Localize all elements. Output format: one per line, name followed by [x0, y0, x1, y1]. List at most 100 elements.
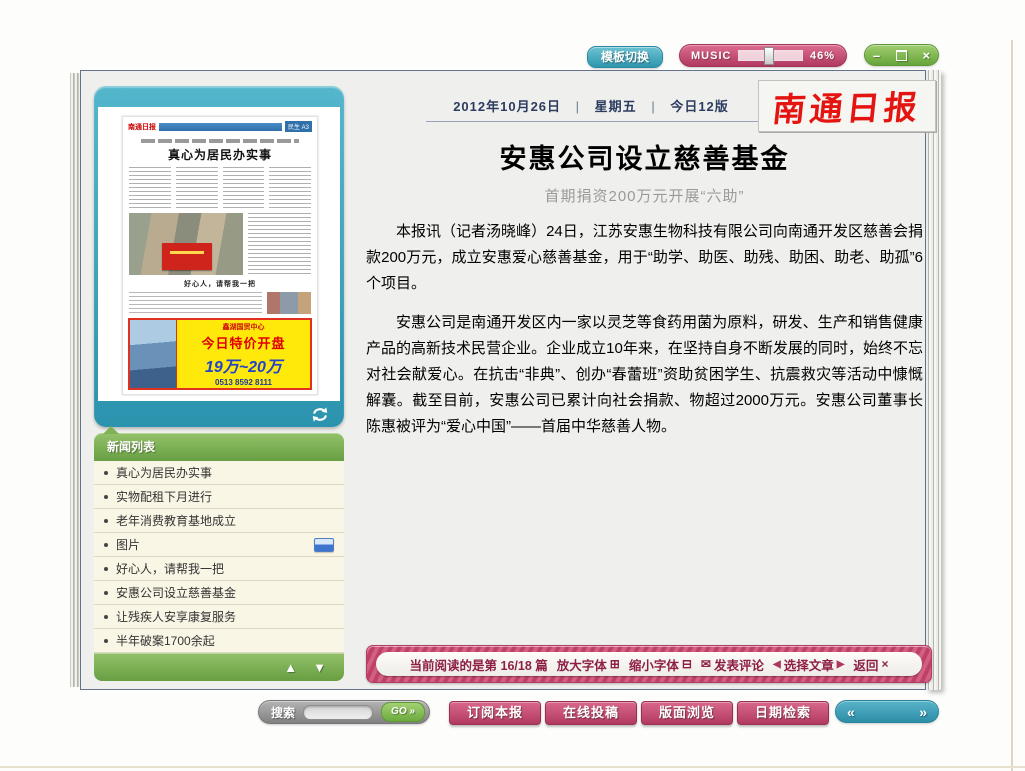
bullet-icon [104, 639, 108, 643]
thumb-text-column [176, 167, 218, 209]
thumb-advertisement: 鑫湖国贸中心 今日特价开盘 19万~20万 0513 8592 8111 [128, 318, 312, 390]
news-list-item-pictures[interactable]: 图片 [94, 533, 344, 557]
select-article-control: ◀ 选择文章 ▶ [773, 655, 844, 674]
date-search-button[interactable]: 日期检索 [737, 701, 829, 725]
thumb-lower-row [129, 292, 311, 314]
article-paragraph: 本报讯（记者汤晓峰）24日，江苏安惠生物科技有限公司向南通开发区慈善会捐款200… [366, 219, 923, 297]
envelope-icon: ✉ [701, 657, 711, 671]
thumb-kicker-line [141, 139, 299, 143]
book-right-page-stack [926, 70, 941, 690]
thumb-text-column [248, 213, 311, 275]
picture-icon [314, 538, 334, 552]
article-paragraph: 安惠公司是南通开发区内一家以灵芝等食药用菌为原料，研发、生产和销售健康产品的高新… [366, 310, 923, 440]
thumb-ad-brand: 鑫湖国贸中心 [223, 322, 265, 332]
news-list-header: 新闻列表 [94, 433, 344, 461]
reader-page: 南通日报 民生 A3 真心为居民办实事 [80, 70, 926, 690]
bullet-icon [104, 543, 108, 547]
music-volume-bar: MUSIC 46% [679, 44, 847, 67]
date-text: 2012年10月26日 [453, 99, 561, 114]
comment-button[interactable]: ✉ 发表评论 [701, 655, 764, 674]
article-title: 安惠公司设立慈善基金 [366, 137, 923, 176]
thumb-middle-row [129, 213, 311, 275]
news-list-body: 真心为居民办实事 实物配租下月进行 老年消费教育基地成立 图片 好 [94, 461, 344, 653]
zoom-in-label: 放大字体 [557, 655, 607, 674]
pager-prev-icon[interactable]: « [847, 704, 855, 720]
thumb-masthead-bar [159, 123, 282, 131]
prev-article-icon[interactable]: ◀ [773, 659, 781, 670]
thumb-text-column [223, 167, 265, 209]
bullet-icon [104, 615, 108, 619]
thumb-sub-headline: 好心人，请帮我一把 [129, 279, 311, 289]
search-label: 搜索 [271, 704, 295, 721]
search-input[interactable] [303, 705, 373, 720]
zoom-in-button[interactable]: 放大字体 ⊞ [557, 655, 620, 674]
news-list-item[interactable]: 老年消费教育基地成立 [94, 509, 344, 533]
maximize-icon[interactable] [896, 50, 907, 61]
news-list-pointer [103, 426, 119, 434]
thumb-text-column [129, 292, 262, 314]
window-bottom-edge [0, 766, 1025, 768]
search-go-button[interactable]: GO » [381, 702, 425, 722]
article-body: 安惠公司设立慈善基金 首期捐资200万元开展“六助” 本报讯（记者汤晓峰）24日… [366, 137, 923, 440]
bullet-icon [104, 495, 108, 499]
thumb-text-column [129, 167, 171, 209]
scroll-up-icon[interactable]: ▲ [284, 660, 297, 675]
minimize-button[interactable]: – [873, 48, 880, 63]
reading-position-text: 当前阅读的是第 16/18 篇 [410, 655, 548, 674]
newspaper-page-thumbnail[interactable]: 南通日报 民生 A3 真心为居民办实事 [122, 116, 318, 395]
zoom-out-label: 缩小字体 [629, 655, 679, 674]
thumb-ad-building-photo [130, 320, 177, 388]
news-item-label: 让残疾人安享康复服务 [116, 608, 236, 625]
refresh-icon[interactable] [310, 406, 330, 423]
thumb-donation-box [162, 243, 212, 270]
online-contribute-button[interactable]: 在线投稿 [545, 701, 637, 725]
news-list-item[interactable]: 半年破案1700余起 [94, 629, 344, 653]
news-list-item[interactable]: 好心人，请帮我一把 [94, 557, 344, 581]
subscribe-button[interactable]: 订阅本报 [449, 701, 541, 725]
book-left-page-stack [70, 73, 80, 687]
newspaper-logo-box: 南通日报 [758, 80, 936, 132]
scroll-down-icon[interactable]: ▼ [313, 660, 326, 675]
reading-toolbar-inner: 当前阅读的是第 16/18 篇 放大字体 ⊞ 缩小字体 ⊟ ✉ 发表评论 ◀ 选… [376, 652, 922, 676]
thumb-text-columns [129, 167, 311, 209]
comment-label: 发表评论 [714, 655, 764, 674]
bullet-icon [104, 519, 108, 523]
close-button[interactable]: × [923, 48, 931, 63]
back-button[interactable]: 返回 × [853, 655, 888, 674]
page-preview-panel: 南通日报 民生 A3 真心为居民办实事 [94, 86, 344, 427]
date-separator: | [651, 99, 655, 114]
news-list-item[interactable]: 真心为居民办实事 [94, 461, 344, 485]
thumb-masthead: 南通日报 民生 A3 [123, 117, 317, 134]
zoom-out-button[interactable]: 缩小字体 ⊟ [629, 655, 692, 674]
thumb-ad-phone: 0513 8592 8111 [215, 378, 272, 387]
news-item-label: 半年破案1700余起 [116, 632, 215, 649]
bullet-icon [104, 471, 108, 475]
zoom-out-icon: ⊟ [682, 657, 692, 671]
edition-text: 今日12版 [670, 99, 728, 114]
article-subtitle: 首期捐资200万元开展“六助” [366, 185, 923, 206]
music-percent: 46% [810, 50, 835, 62]
bullet-icon [104, 591, 108, 595]
close-article-icon: × [881, 657, 888, 671]
news-list-footer: ▲ ▼ [94, 653, 344, 681]
template-switch-button[interactable]: 模板切换 [587, 46, 663, 68]
date-separator: | [576, 99, 580, 114]
news-list-item-current[interactable]: 安惠公司设立慈善基金 [94, 581, 344, 605]
next-article-icon[interactable]: ▶ [837, 659, 845, 670]
news-list-item[interactable]: 实物配租下月进行 [94, 485, 344, 509]
music-slider-track[interactable] [738, 50, 803, 61]
layout-browse-button[interactable]: 版面浏览 [641, 701, 733, 725]
newspaper-logo: 南通日报 [770, 81, 923, 132]
date-bar: 2012年10月26日 | 星期五 | 今日12版 [401, 96, 781, 115]
thumb-small-photo [267, 292, 311, 314]
news-item-label: 图片 [116, 536, 140, 553]
page-preview-viewport: 南通日报 民生 A3 真心为居民办实事 [98, 107, 340, 401]
thumb-ad-price: 19万~20万 [205, 353, 282, 377]
news-list-item[interactable]: 让残疾人安享康复服务 [94, 605, 344, 629]
window-right-edge [1011, 40, 1013, 771]
thumb-ad-content: 鑫湖国贸中心 今日特价开盘 19万~20万 0513 8592 8111 [177, 320, 310, 388]
music-slider-thumb[interactable] [764, 47, 774, 65]
news-item-label: 安惠公司设立慈善基金 [116, 584, 236, 601]
pager-next-icon[interactable]: » [919, 704, 927, 720]
select-article-label[interactable]: 选择文章 [784, 655, 834, 674]
